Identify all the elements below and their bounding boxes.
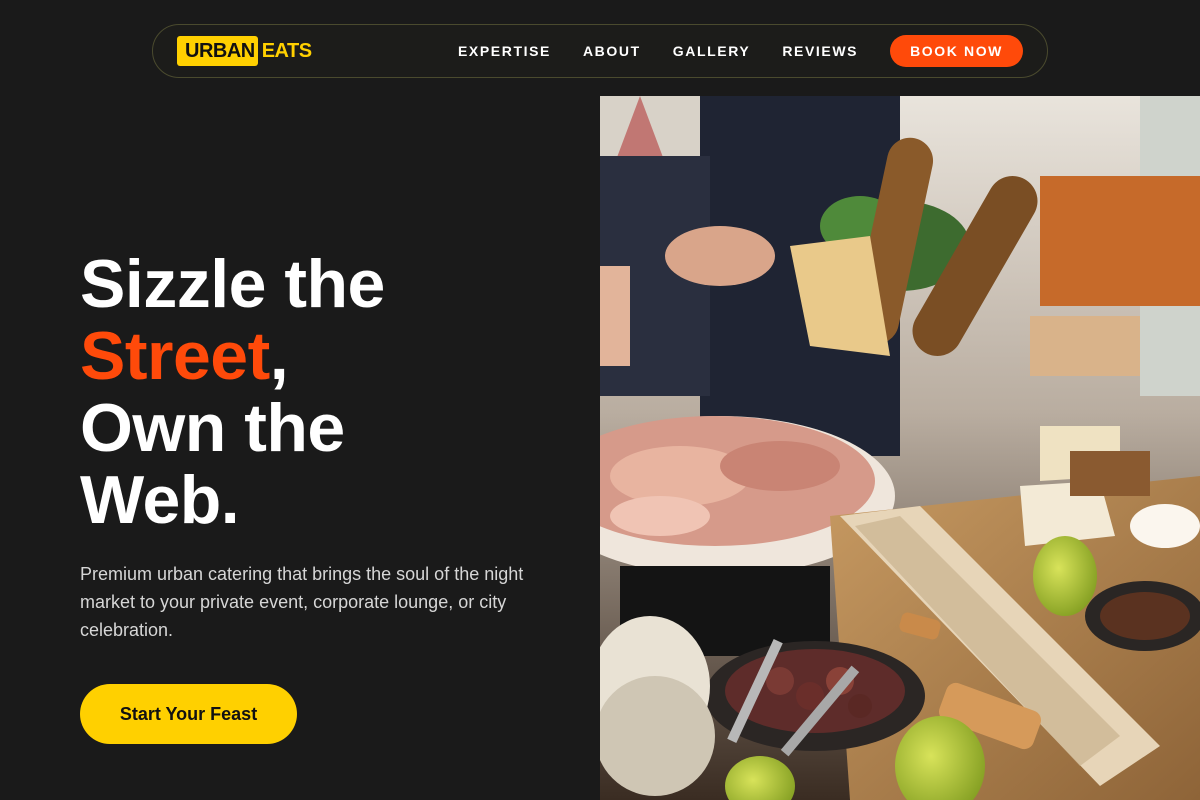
top-nav: URBAN EATS EXPERTISE ABOUT GALLERY REVIE… <box>152 24 1048 78</box>
hero-headline: Sizzle the Street, Own the Web. <box>80 248 560 536</box>
book-now-button[interactable]: BOOK NOW <box>890 35 1023 67</box>
hero-description: Premium urban catering that brings the s… <box>80 564 524 640</box>
headline-line-4: Web. <box>80 462 240 538</box>
nav-links: EXPERTISE ABOUT GALLERY REVIEWS BOOK NOW <box>458 35 1023 67</box>
headline-line-1: Sizzle the <box>80 246 385 322</box>
start-feast-button[interactable]: Start Your Feast <box>80 684 297 744</box>
nav-link-about[interactable]: ABOUT <box>583 43 641 59</box>
headline-comma: , <box>269 318 289 394</box>
page: URBAN EATS EXPERTISE ABOUT GALLERY REVIE… <box>0 0 1200 800</box>
headline-line-3: Own the <box>80 390 345 466</box>
logo[interactable]: URBAN EATS <box>177 36 312 66</box>
logo-urban: URBAN <box>177 36 258 66</box>
nav-link-expertise[interactable]: EXPERTISE <box>458 43 551 59</box>
nav-link-gallery[interactable]: GALLERY <box>673 43 751 59</box>
hero-food-photo <box>600 96 1200 800</box>
nav-link-reviews[interactable]: REVIEWS <box>782 43 858 59</box>
headline-accent: Street <box>80 318 270 394</box>
catering-spread-illustration <box>600 96 1200 800</box>
logo-eats: EATS <box>261 39 312 62</box>
